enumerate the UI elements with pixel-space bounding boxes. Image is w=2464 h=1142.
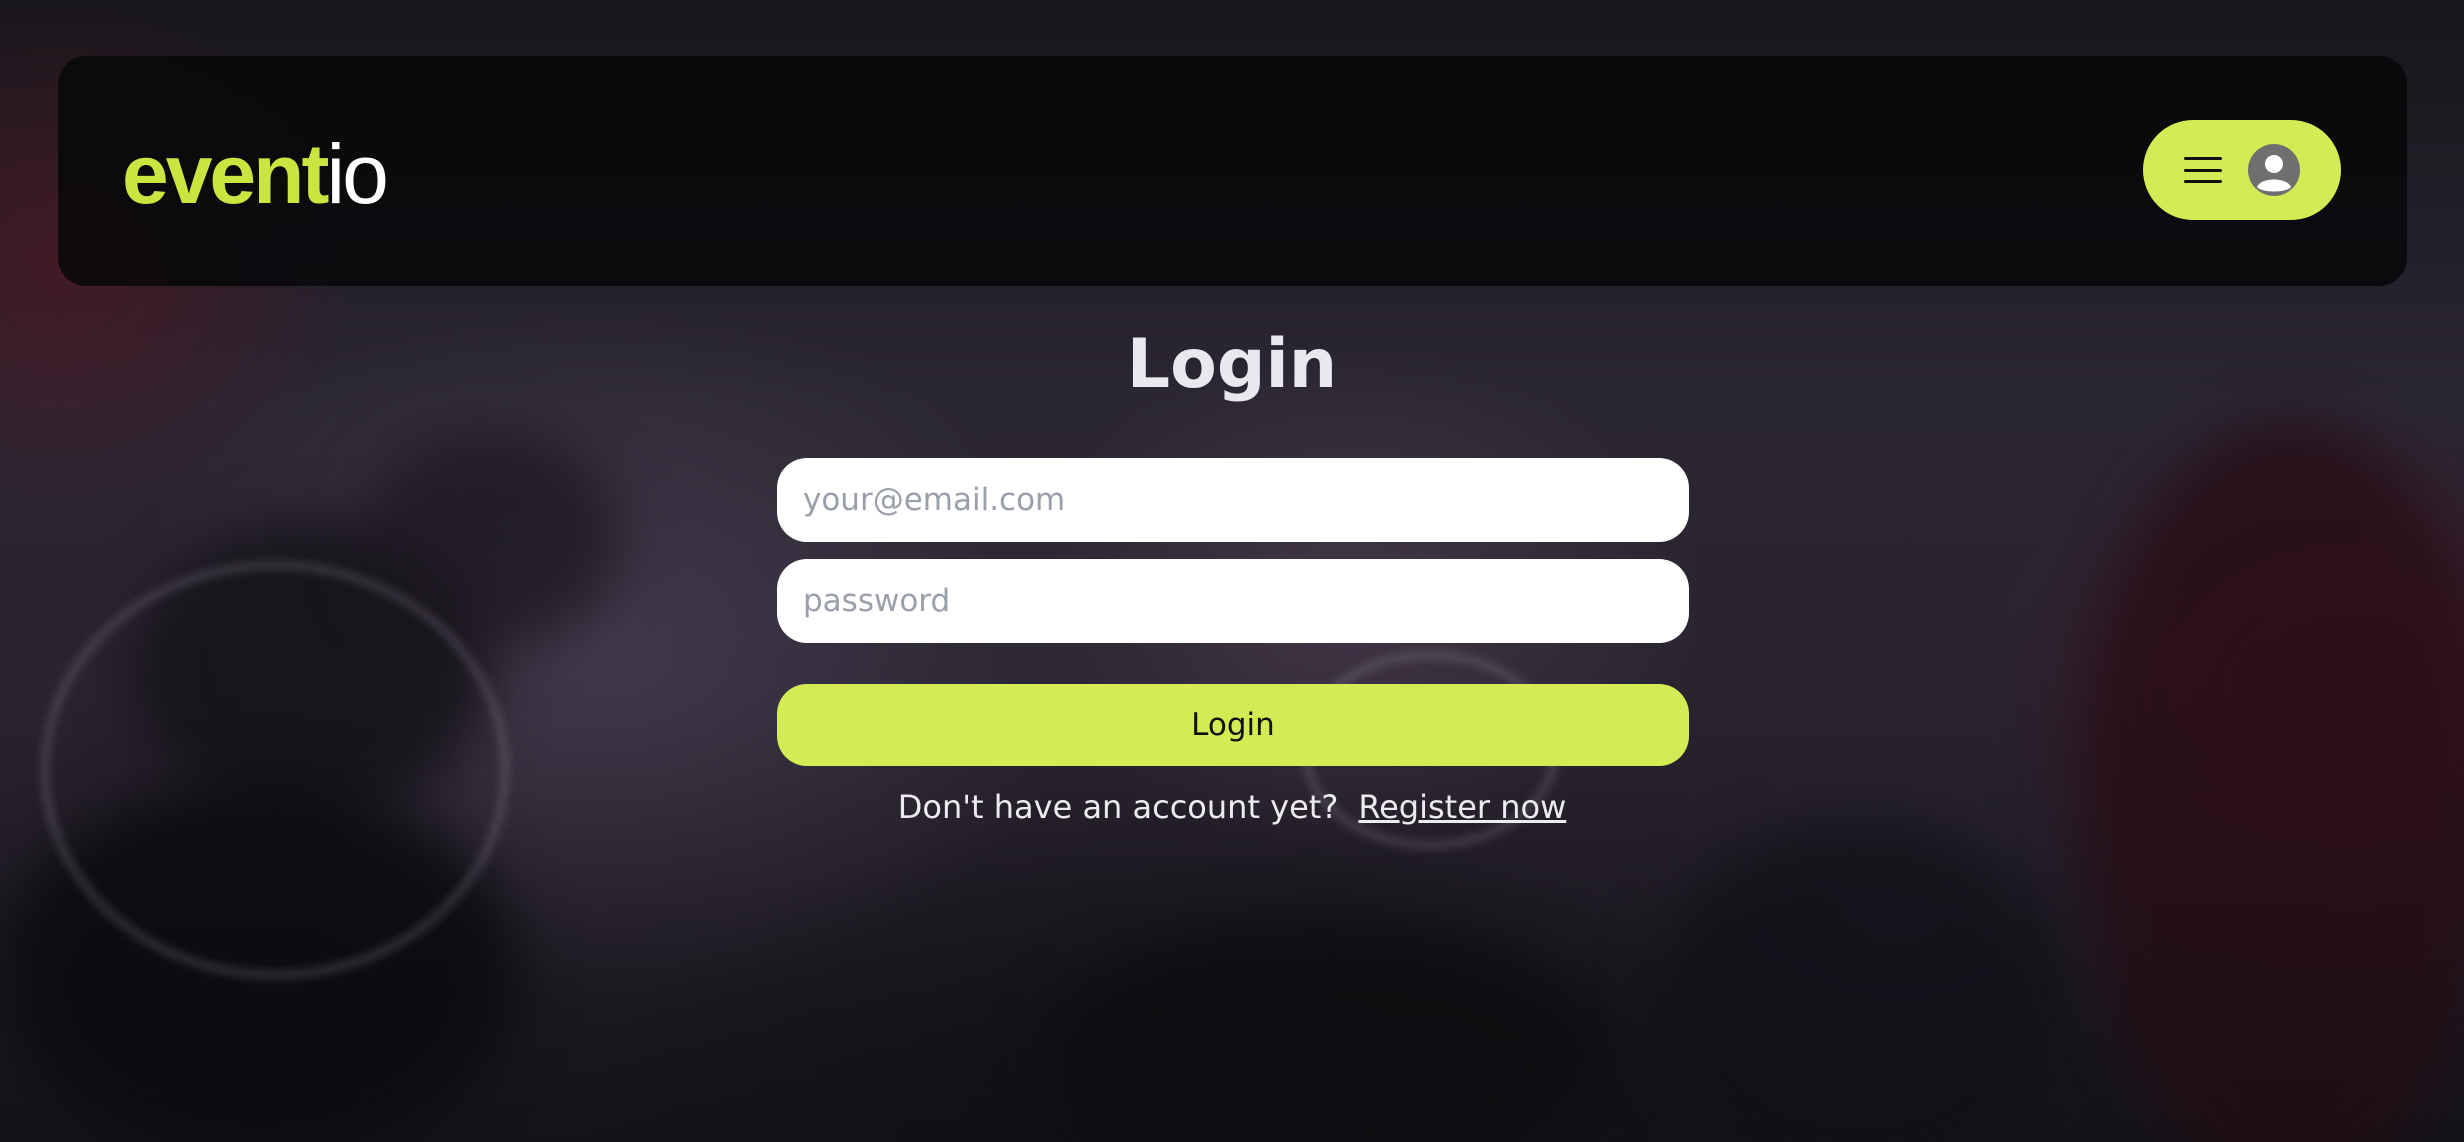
logo-main-text: event — [122, 127, 329, 221]
login-button[interactable]: Login — [777, 684, 1689, 766]
top-navigation-bar: eventio — [58, 56, 2407, 286]
email-input[interactable] — [777, 458, 1689, 542]
user-avatar-icon — [2248, 144, 2300, 196]
page-title: Login — [1126, 325, 1338, 404]
register-prompt: Don't have an account yet? Register now — [0, 785, 2464, 829]
no-account-text: Don't have an account yet? — [897, 788, 1339, 826]
logo-tail-text: io — [326, 127, 388, 221]
user-menu-button[interactable] — [2143, 120, 2341, 220]
hamburger-menu-icon — [2184, 157, 2222, 183]
register-now-link[interactable]: Register now — [1358, 788, 1566, 826]
eventio-logo[interactable]: eventio — [122, 132, 389, 216]
password-input[interactable] — [777, 559, 1689, 643]
